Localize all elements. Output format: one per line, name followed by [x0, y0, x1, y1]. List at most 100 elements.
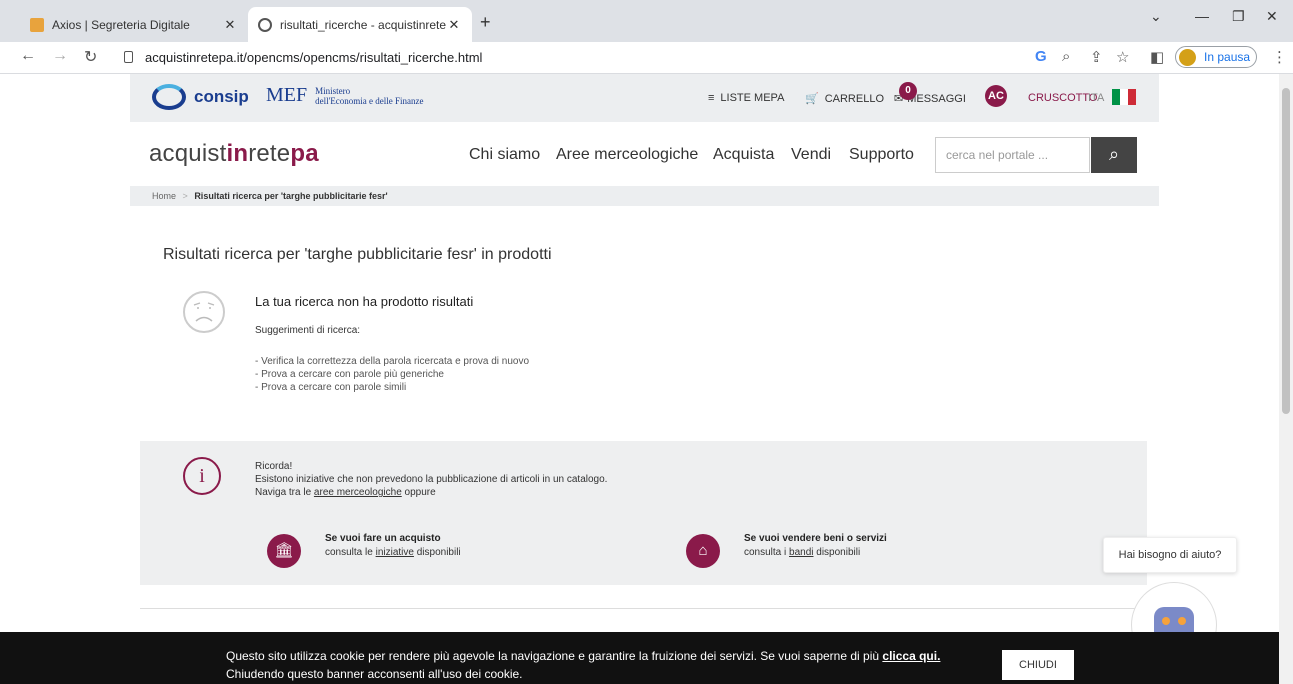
italy-flag-icon[interactable] [1112, 89, 1136, 105]
sad-face-icon [183, 291, 225, 333]
aree-merceologiche-link[interactable]: aree merceologiche [314, 487, 402, 498]
cookie-line1: Questo sito utilizza cookie per rendere … [226, 649, 883, 663]
remind-title: Ricorda! [255, 461, 293, 472]
mef-caption: Ministero dell'Economia e delle Finanze [315, 86, 423, 106]
address-bar[interactable]: acquistinretepa.it/opencms/opencms/risul… [145, 50, 482, 65]
mef-line1: Ministero [315, 85, 351, 96]
side-panel-icon[interactable]: ◧ [1150, 48, 1164, 66]
cart-icon: 🛒 [805, 93, 819, 105]
carrello-label: CARRELLO [824, 92, 884, 105]
buy-block: Se vuoi fare un acquisto consulta le ini… [325, 532, 461, 560]
text-part: disponibili [813, 547, 861, 558]
restore-icon[interactable]: ❐ [1232, 8, 1245, 25]
text-part: oppure [401, 487, 436, 498]
brand-part: acquist [149, 140, 227, 167]
new-tab-icon[interactable]: + [480, 12, 491, 33]
divider [140, 608, 1147, 609]
tab-title: Axios | Segreteria Digitale [52, 17, 190, 32]
nav-item-aree-merceologiche[interactable]: Aree merceologiche [556, 146, 698, 164]
consip-text: consip [194, 87, 249, 106]
sell-block: Se vuoi vendere beni o servizi consulta … [744, 532, 887, 560]
brand-part: pa [290, 140, 319, 167]
google-icon[interactable]: G [1035, 48, 1047, 65]
close-window-icon[interactable]: ✕ [1266, 8, 1278, 25]
iniziative-link[interactable]: iniziative [376, 547, 414, 558]
tab-search-icon[interactable]: ⌄ [1150, 8, 1162, 25]
list-item: - Verifica la correttezza della parola r… [255, 356, 530, 367]
help-bubble[interactable]: Hai bisogno di aiuto? [1103, 537, 1237, 573]
list-item: - Prova a cercare con parole più generic… [255, 369, 444, 380]
scrollbar[interactable] [1279, 74, 1293, 684]
zoom-icon[interactable]: ⌕ [1062, 48, 1070, 65]
buy-text: consulta le iniziative disponibili [325, 546, 461, 560]
mef-logo[interactable]: MEF Ministero dell'Economia e delle Fina… [266, 84, 423, 107]
remind-line2: Naviga tra le aree merceologiche oppure [255, 486, 607, 499]
no-results-heading: La tua ricerca non ha prodotto risultati [255, 294, 474, 309]
user-avatar[interactable]: AC [985, 85, 1007, 107]
minimize-icon[interactable]: — [1195, 8, 1209, 24]
info-icon: i [183, 457, 221, 495]
factory-icon[interactable]: ⌂ [686, 534, 720, 568]
menu-dots-icon[interactable]: ⋮ [1272, 48, 1287, 66]
liste-mepa-link[interactable]: ≡ LISTE MEPA [708, 92, 784, 104]
mef-text: MEF [266, 84, 308, 106]
bank-icon[interactable]: 🏛 [267, 534, 301, 568]
brand-part: rete [248, 140, 291, 167]
language-label: ITA [1088, 92, 1105, 104]
bookmark-star-icon[interactable]: ☆ [1116, 48, 1129, 66]
consip-logo[interactable]: consip [152, 84, 249, 110]
cookie-banner: Questo sito utilizza cookie per rendere … [0, 632, 1279, 684]
page-title: Risultati ricerca per 'targhe pubblicita… [163, 246, 552, 263]
breadcrumb-current: Risultati ricerca per 'targhe pubblicita… [194, 191, 388, 201]
search-input[interactable]: cerca nel portale ... [935, 137, 1090, 173]
close-cookie-button[interactable]: CHIUDI [1002, 650, 1074, 680]
cookie-line2: Chiudendo questo banner acconsenti all'u… [226, 667, 523, 681]
browser-toolbar: ← → ↻ acquistinretepa.it/opencms/opencms… [0, 42, 1293, 74]
language-selector[interactable]: ITA [1088, 92, 1104, 104]
consip-logo-icon [152, 84, 186, 110]
breadcrumb: Home > Risultati ricerca per 'targhe pub… [130, 186, 1159, 206]
share-icon[interactable]: ⇪ [1090, 48, 1103, 66]
messages-count-badge: 0 [899, 82, 917, 100]
tab-axios[interactable]: Axios | Segreteria Digitale ✕ [20, 7, 248, 42]
search-button[interactable]: ⌕ [1091, 137, 1137, 173]
mef-line2: dell'Economia e delle Finanze [315, 95, 424, 106]
close-tab-icon[interactable]: ✕ [446, 17, 462, 33]
text-part: disponibili [413, 547, 461, 558]
browser-tabbar: Axios | Segreteria Digitale ✕ risultati_… [0, 0, 1293, 42]
sell-text: consulta i bandi disponibili [744, 546, 887, 560]
liste-mepa-label: LISTE MEPA [720, 92, 785, 104]
close-tab-icon[interactable]: ✕ [222, 17, 238, 33]
brand-logo[interactable]: acquistinretepa [149, 140, 319, 168]
breadcrumb-separator: > [182, 191, 188, 201]
nav-item-chi-siamo[interactable]: Chi siamo [469, 146, 540, 164]
carrello-link[interactable]: 🛒 CARRELLO [805, 92, 884, 106]
list-item: - Prova a cercare con parole simili [255, 382, 407, 393]
breadcrumb-home[interactable]: Home [152, 191, 176, 201]
scrollbar-thumb[interactable] [1282, 88, 1290, 414]
text-part: Naviga tra le [255, 487, 314, 498]
reload-icon[interactable]: ↻ [84, 47, 97, 67]
forward-icon[interactable]: → [52, 47, 68, 65]
globe-icon [258, 17, 272, 32]
cookie-text: Questo sito utilizza cookie per rendere … [226, 647, 940, 683]
lock-icon[interactable] [124, 51, 133, 63]
nav-item-supporto[interactable]: Supporto [849, 146, 914, 164]
remind-text: Ricorda! Esistono iniziative che non pre… [255, 460, 607, 499]
brand-part: in [226, 140, 249, 167]
suggestions-list: - Verifica la correttezza della parola r… [255, 355, 529, 394]
avatar [1179, 49, 1196, 66]
profile-status: In pausa [1204, 50, 1251, 64]
bandi-link[interactable]: bandi [789, 547, 813, 558]
text-part: consulta le [325, 547, 376, 558]
nav-item-acquista[interactable]: Acquista [713, 146, 774, 164]
suggestions-title: Suggerimenti di ricerca: [255, 325, 361, 336]
nav-item-vendi[interactable]: Vendi [791, 146, 831, 164]
cookie-info-link[interactable]: clicca qui. [882, 649, 940, 663]
back-icon[interactable]: ← [20, 47, 36, 65]
tab-title: risultati_ricerche - acquistinretepa [280, 17, 446, 32]
axios-favicon-icon [30, 17, 44, 32]
list-icon: ≡ [708, 92, 715, 104]
profile-button[interactable]: In pausa [1175, 46, 1257, 68]
tab-risultati[interactable]: risultati_ricerche - acquistinretepa ✕ [248, 7, 472, 42]
